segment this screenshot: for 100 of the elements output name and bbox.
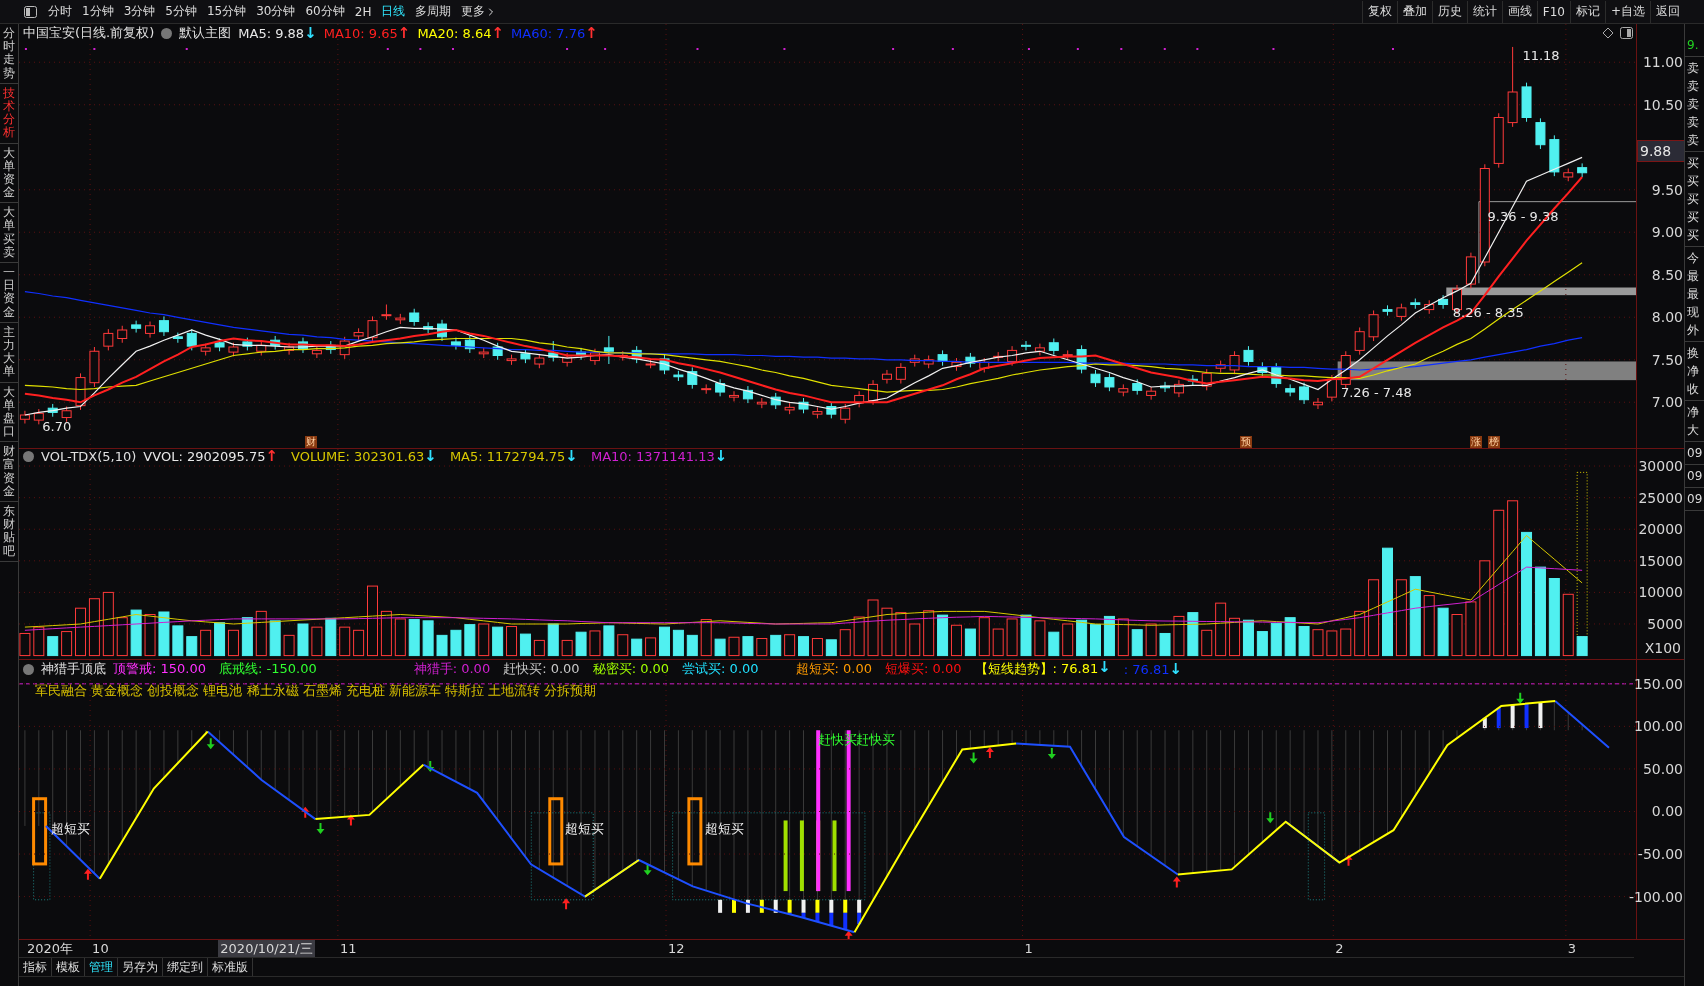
candlestick bbox=[1020, 340, 1031, 351]
moving-average-value: MA20: 8.64 bbox=[417, 25, 492, 41]
candlestick bbox=[1535, 117, 1546, 150]
arrow-up-icon bbox=[562, 898, 571, 910]
side-tab[interactable]: 财富资金 bbox=[0, 442, 18, 502]
side-tab[interactable]: 技术分析 bbox=[0, 83, 18, 144]
side-tab[interactable]: 东财贴吧 bbox=[0, 502, 18, 562]
bar bbox=[380, 610, 392, 657]
bar bbox=[1423, 595, 1435, 657]
bar bbox=[756, 638, 768, 657]
arrow-down-icon bbox=[1047, 748, 1056, 760]
event-tag[interactable]: 预 bbox=[1239, 436, 1252, 448]
side-tab[interactable]: 分时走势 bbox=[0, 24, 18, 84]
quote-label: 09 bbox=[1686, 491, 1704, 508]
arrow-up-icon bbox=[301, 806, 310, 818]
bar bbox=[88, 598, 100, 657]
period-tab[interactable]: 3分钟 bbox=[118, 3, 161, 20]
bar bbox=[1312, 629, 1324, 657]
dropdown-dot-icon[interactable] bbox=[161, 27, 173, 39]
bar bbox=[283, 634, 295, 657]
toolbar-button[interactable]: 历史 bbox=[1431, 0, 1467, 23]
indicator-title: 神猎手顶底 bbox=[41, 660, 106, 678]
period-tab[interactable]: 1分钟 bbox=[77, 3, 119, 20]
period-tab[interactable]: 15分钟 bbox=[201, 3, 252, 20]
bar bbox=[603, 625, 615, 657]
bar bbox=[1576, 636, 1588, 657]
panel-toggle-icon[interactable] bbox=[1620, 27, 1633, 39]
template-selector[interactable]: 默认主图 bbox=[179, 24, 232, 42]
quote-label: 买 bbox=[1686, 173, 1700, 190]
bar bbox=[255, 610, 267, 657]
dropdown-dot-icon[interactable] bbox=[23, 663, 34, 675]
quote-label: 卖 bbox=[1686, 132, 1700, 149]
period-tab[interactable]: 多周期 bbox=[410, 3, 457, 20]
signal-marker-box bbox=[32, 797, 48, 866]
quote-label: 收 bbox=[1686, 381, 1700, 398]
bar bbox=[937, 614, 949, 657]
more-button[interactable]: 更多 bbox=[456, 3, 503, 20]
bar bbox=[1340, 628, 1352, 657]
bar bbox=[1368, 579, 1380, 657]
candlestick bbox=[1034, 343, 1045, 356]
bottom-tab[interactable]: 管理 bbox=[85, 958, 118, 976]
bar bbox=[33, 626, 45, 657]
bar bbox=[658, 626, 670, 657]
quote-label: 9. bbox=[1686, 37, 1700, 54]
bar bbox=[923, 610, 935, 657]
bar bbox=[130, 609, 142, 657]
signal-marker-box bbox=[687, 797, 703, 866]
bar bbox=[1229, 617, 1241, 657]
toolbar-button[interactable]: 标记 bbox=[1569, 0, 1605, 23]
toolbar-button[interactable]: 画线 bbox=[1501, 0, 1537, 23]
moving-average-value: MA10: 9.65 bbox=[323, 25, 398, 41]
bar bbox=[1507, 500, 1519, 657]
bottom-tab[interactable]: 指标 bbox=[19, 958, 52, 976]
toolbar-button[interactable]: 叠加 bbox=[1396, 0, 1432, 23]
layout-toggle-icon[interactable] bbox=[24, 5, 37, 18]
bar bbox=[269, 620, 281, 657]
period-tab[interactable]: 60分钟 bbox=[300, 3, 350, 20]
date-axis-label: 10 bbox=[91, 940, 110, 957]
bar bbox=[325, 617, 337, 657]
bar bbox=[214, 622, 226, 657]
period-tab[interactable]: 日线 bbox=[376, 3, 411, 20]
toolbar-button[interactable]: +自选 bbox=[1604, 0, 1650, 23]
side-tab[interactable]: 大单盘口 bbox=[0, 382, 18, 443]
period-tab[interactable]: 5分钟 bbox=[160, 3, 202, 20]
arrow-down-icon bbox=[316, 823, 325, 835]
bar bbox=[575, 631, 587, 657]
period-tab[interactable]: 分时 bbox=[43, 3, 77, 20]
trend-arrow: ↓ bbox=[424, 449, 437, 464]
date-axis-label: 2 bbox=[1334, 940, 1345, 957]
volume-axis-label: 25000 bbox=[1638, 489, 1683, 506]
bar bbox=[1242, 619, 1254, 657]
trend-arrow: ↑ bbox=[265, 449, 279, 464]
toolbar-button[interactable]: F10 bbox=[1536, 0, 1570, 23]
signal-bar bbox=[832, 820, 837, 892]
toolbar-button[interactable]: 返回 bbox=[1650, 0, 1685, 23]
toolbar-button[interactable]: 复权 bbox=[1361, 0, 1397, 23]
bar bbox=[700, 619, 712, 657]
side-tab[interactable]: 一日资金 bbox=[0, 263, 18, 323]
trend-arrow: ↓ bbox=[714, 449, 728, 464]
side-tab[interactable]: 大单买卖 bbox=[0, 203, 18, 263]
signal-label: 超短买 bbox=[51, 820, 90, 839]
arrow-down-icon bbox=[643, 864, 652, 876]
candlestick bbox=[881, 369, 892, 385]
toolbar-button[interactable]: 统计 bbox=[1466, 0, 1502, 23]
event-tag[interactable]: 涨 bbox=[1470, 436, 1483, 448]
period-tab[interactable]: 30分钟 bbox=[251, 3, 301, 20]
bottom-tab[interactable]: 标准版 bbox=[208, 958, 253, 976]
side-tab[interactable]: 主力大单 bbox=[0, 322, 18, 383]
bottom-tab[interactable]: 绑定到 bbox=[163, 958, 208, 976]
candlestick bbox=[158, 315, 169, 337]
period-tab[interactable]: 2H bbox=[349, 4, 377, 19]
bar bbox=[339, 626, 351, 657]
event-tag[interactable]: 财 bbox=[305, 436, 318, 448]
dropdown-dot-icon[interactable] bbox=[23, 451, 34, 462]
side-tab[interactable]: 大单资金 bbox=[0, 143, 18, 204]
diamond-icon[interactable] bbox=[1602, 27, 1614, 39]
bottom-tab[interactable]: 模板 bbox=[52, 958, 85, 976]
bar bbox=[631, 638, 643, 657]
bottom-tab[interactable]: 另存为 bbox=[118, 958, 163, 976]
event-tag[interactable]: 榜 bbox=[1487, 436, 1500, 448]
